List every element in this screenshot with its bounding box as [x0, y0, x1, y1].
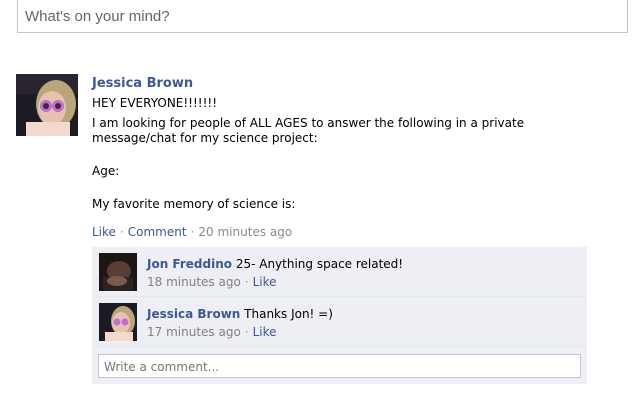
- comment-text: 25- Anything space related!: [235, 257, 404, 271]
- avatar[interactable]: [16, 74, 78, 136]
- comment-item: Jon Freddino 25- Anything space related!…: [92, 247, 587, 297]
- commenter-avatar[interactable]: [99, 303, 137, 341]
- commenter-avatar[interactable]: [99, 253, 137, 291]
- comment-content: Jessica Brown Thanks Jon! =) 17 minutes …: [147, 307, 333, 339]
- comment-author-link[interactable]: Jon Freddino: [147, 257, 232, 271]
- comment-timestamp: 18 minutes ago: [147, 275, 241, 289]
- post-body: HEY EVERYONE!!!!!!! I am looking for peo…: [92, 96, 592, 212]
- status-placeholder: What's on your mind?: [25, 8, 170, 25]
- status-input[interactable]: What's on your mind?: [17, 0, 628, 33]
- comment-like-link[interactable]: Like: [253, 325, 277, 339]
- like-link[interactable]: Like: [92, 225, 116, 239]
- comment-timestamp: 17 minutes ago: [147, 325, 241, 339]
- comment-like-link[interactable]: Like: [253, 275, 277, 289]
- comment-text: Thanks Jon! =): [244, 307, 333, 321]
- post-line: My favorite memory of science is:: [92, 197, 296, 211]
- post-line: I am looking for people of ALL AGES to a…: [92, 116, 525, 145]
- post-author-link[interactable]: Jessica Brown: [92, 76, 193, 91]
- post-timestamp: 20 minutes ago: [198, 225, 293, 239]
- comment-content: Jon Freddino 25- Anything space related!…: [147, 257, 404, 289]
- write-comment-area: Write a comment...: [92, 347, 587, 384]
- comment-item: Jessica Brown Thanks Jon! =) 17 minutes …: [92, 297, 587, 347]
- comment-link[interactable]: Comment: [128, 225, 187, 239]
- comment-author-link[interactable]: Jessica Brown: [147, 307, 240, 321]
- post-actions: Like · Comment · 20 minutes ago: [92, 225, 293, 239]
- post-line: Age:: [92, 164, 120, 178]
- write-comment-input[interactable]: Write a comment...: [98, 354, 581, 378]
- post-line: HEY EVERYONE!!!!!!!: [92, 96, 218, 110]
- write-comment-placeholder: Write a comment...: [104, 360, 220, 374]
- comments-list: Jon Freddino 25- Anything space related!…: [92, 247, 587, 384]
